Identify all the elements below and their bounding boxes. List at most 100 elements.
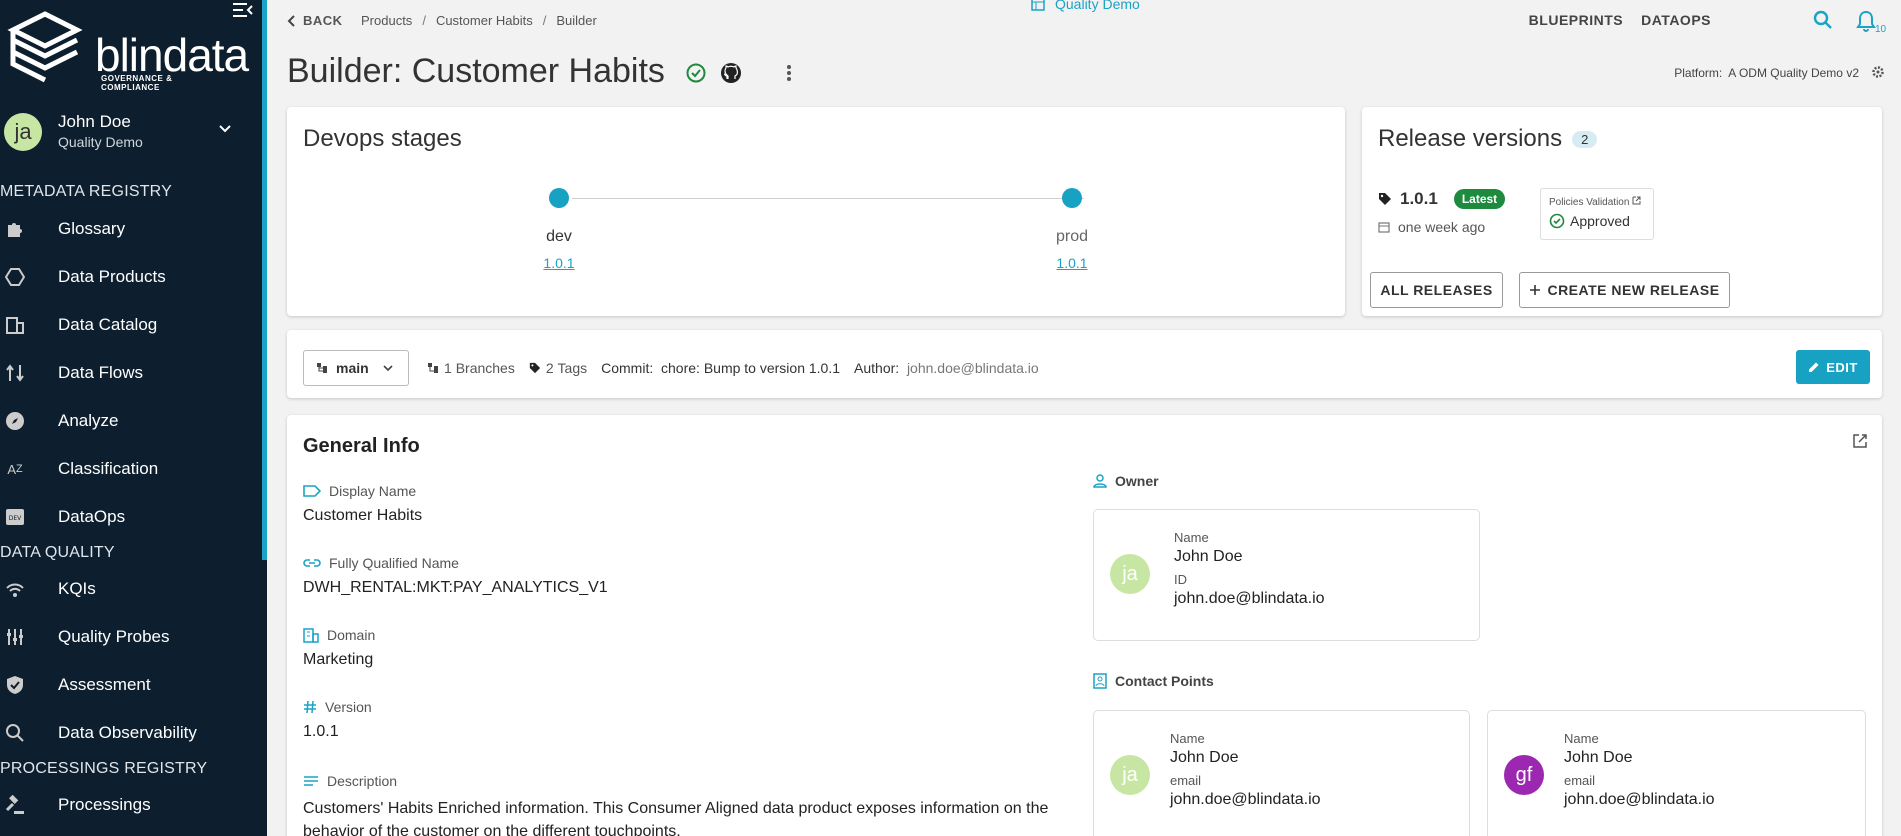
sidebar-scrollbar[interactable] xyxy=(262,0,267,560)
owner-name: John Doe xyxy=(1174,548,1243,565)
branch-icon xyxy=(428,363,438,373)
branch-select[interactable]: main xyxy=(303,350,409,386)
breadcrumb: Products / Customer Habits / Builder xyxy=(361,13,597,28)
stage-version-dev[interactable]: 1.0.1 xyxy=(529,255,589,271)
contact-points-label-text: Contact Points xyxy=(1115,673,1214,689)
branch-name: main xyxy=(336,360,369,376)
platform-label: Platform: xyxy=(1674,66,1723,80)
avatar: ja xyxy=(1110,755,1150,795)
stage-name-prod: prod xyxy=(1055,228,1089,245)
section-data-quality: DATA QUALITY xyxy=(0,544,115,561)
user-org: Quality Demo xyxy=(58,134,143,150)
sidebar-item-label: Data Observability xyxy=(58,723,197,742)
dev-icon: DEV xyxy=(4,506,26,528)
contact-card[interactable]: gf Name John Doe email john.doe@blindata… xyxy=(1487,710,1866,836)
tags-label[interactable]: Tags xyxy=(558,360,588,376)
chevron-down-icon[interactable] xyxy=(218,122,232,136)
search-icon[interactable] xyxy=(1813,10,1833,35)
author-value: john.doe@blindata.io xyxy=(906,360,1039,376)
contact-email-label: email xyxy=(1564,773,1596,788)
section-processings-registry: PROCESSINGS REGISTRY xyxy=(0,760,208,777)
pencil-icon xyxy=(1809,362,1819,372)
open-in-new-icon[interactable] xyxy=(1852,433,1868,454)
bell-icon xyxy=(1856,10,1876,32)
sidebar-item-dataops[interactable]: DEV DataOps xyxy=(0,497,262,537)
general-info-card: General Info Display Name Customer Habit… xyxy=(287,415,1882,836)
display-name-value: Customer Habits xyxy=(303,507,423,524)
create-release-button[interactable]: CREATE NEW RELEASE xyxy=(1519,272,1730,308)
plus-icon xyxy=(1530,285,1541,295)
display-name-label: Display Name xyxy=(303,483,416,499)
stage-name-dev: dev xyxy=(546,228,572,245)
sidebar-item-label: Quality Probes xyxy=(58,627,170,646)
sidebar-item-data-products[interactable]: Data Products xyxy=(0,257,262,297)
release-item[interactable]: 1.0.1 Latest xyxy=(1378,189,1506,209)
breadcrumb-builder: Builder xyxy=(556,13,597,28)
author-label: Author: xyxy=(854,360,900,376)
sidebar-item-processings[interactable]: Processings xyxy=(0,785,262,825)
shield-icon xyxy=(4,674,26,696)
sidebar-item-data-catalog[interactable]: Data Catalog xyxy=(0,305,262,345)
gear-icon[interactable] xyxy=(1871,65,1885,84)
stage-dot-dev[interactable] xyxy=(549,188,569,208)
contact-name: John Doe xyxy=(1170,749,1239,766)
contact-icon xyxy=(1093,673,1107,689)
hash-icon xyxy=(304,700,316,714)
platform-value: A ODM Quality Demo v2 xyxy=(1728,66,1859,80)
display-name-label-text: Display Name xyxy=(329,483,417,499)
contact-email: john.doe@blindata.io xyxy=(1170,791,1321,808)
all-releases-button[interactable]: ALL RELEASES xyxy=(1370,272,1503,308)
stage-version-prod[interactable]: 1.0.1 xyxy=(1042,255,1102,271)
sidebar-item-analyze[interactable]: Analyze xyxy=(0,401,262,441)
stage-dot-prod[interactable] xyxy=(1062,188,1082,208)
back-button[interactable]: BACK xyxy=(287,13,343,28)
blindata-logo[interactable]: blindata GOVERNANCE & COMPLIANCE xyxy=(5,8,249,92)
sidebar-item-assessment[interactable]: Assessment xyxy=(0,665,262,705)
user-name: John Doe xyxy=(58,112,131,131)
sort-az-icon: AZ xyxy=(7,461,23,477)
sidebar-item-label: Classification xyxy=(58,459,159,478)
sidebar-item-quality-probes[interactable]: Quality Probes xyxy=(0,617,262,657)
user-menu[interactable]: ja John Doe Quality Demo xyxy=(0,108,262,158)
contact-name-label: Name xyxy=(1170,731,1205,746)
sidebar-item-classification[interactable]: AZ Classification xyxy=(0,449,262,489)
git-info-bar: main 1 Branches 2 Tags Commit: chore: Bu… xyxy=(287,330,1882,398)
policy-status-text: Approved xyxy=(1570,213,1630,229)
contact-card[interactable]: ja Name John Doe email john.doe@blindata… xyxy=(1093,710,1470,836)
notifications-button[interactable]: 10 xyxy=(1855,10,1886,38)
general-info-title: General Info xyxy=(303,435,420,457)
top-nav: BLUEPRINTS DATAOPS xyxy=(1529,12,1711,28)
owner-label-text: Owner xyxy=(1115,473,1159,489)
sidebar-item-data-observability[interactable]: Data Observability xyxy=(0,713,262,753)
contact-name-label: Name xyxy=(1564,731,1599,746)
avatar: ja xyxy=(1110,554,1150,594)
sidebar-item-label: Data Flows xyxy=(58,363,144,382)
sidebar-item-glossary[interactable]: Glossary xyxy=(0,209,262,249)
tags-count: 2 xyxy=(545,360,554,376)
edit-button[interactable]: EDIT xyxy=(1796,350,1870,384)
dataops-link[interactable]: DATAOPS xyxy=(1641,12,1711,28)
breadcrumb-products[interactable]: Products xyxy=(361,13,412,28)
collapse-menu-icon[interactable] xyxy=(233,2,253,20)
check-circle-icon xyxy=(1549,213,1565,229)
branches-label[interactable]: Branches xyxy=(456,360,515,376)
contact-email-label: email xyxy=(1170,773,1202,788)
more-vert-icon[interactable] xyxy=(786,63,792,83)
policy-title: Policies Validation xyxy=(1549,196,1641,208)
breadcrumb-customer-habits[interactable]: Customer Habits xyxy=(436,13,533,28)
back-label: BACK xyxy=(303,13,343,28)
domain-label-text: Domain xyxy=(327,627,376,643)
sidebar-item-data-flows[interactable]: Data Flows xyxy=(0,353,262,393)
owner-card[interactable]: ja Name John Doe ID john.doe@blindata.io xyxy=(1093,509,1480,641)
policies-validation-box[interactable]: Policies Validation Approved xyxy=(1540,188,1654,240)
sidebar-item-label: KQIs xyxy=(58,579,96,598)
release-title-text: Release versions xyxy=(1378,125,1563,152)
sidebar-item-kqis[interactable]: KQIs xyxy=(0,569,262,609)
sidebar-item-label: Data Catalog xyxy=(58,315,158,334)
branches-count: 1 xyxy=(444,360,452,376)
tenant-indicator[interactable]: Quality Demo xyxy=(1031,0,1140,12)
label-icon xyxy=(303,485,321,497)
person-icon xyxy=(1093,474,1107,488)
blueprints-link[interactable]: BLUEPRINTS xyxy=(1529,12,1623,28)
github-icon[interactable] xyxy=(720,62,742,84)
